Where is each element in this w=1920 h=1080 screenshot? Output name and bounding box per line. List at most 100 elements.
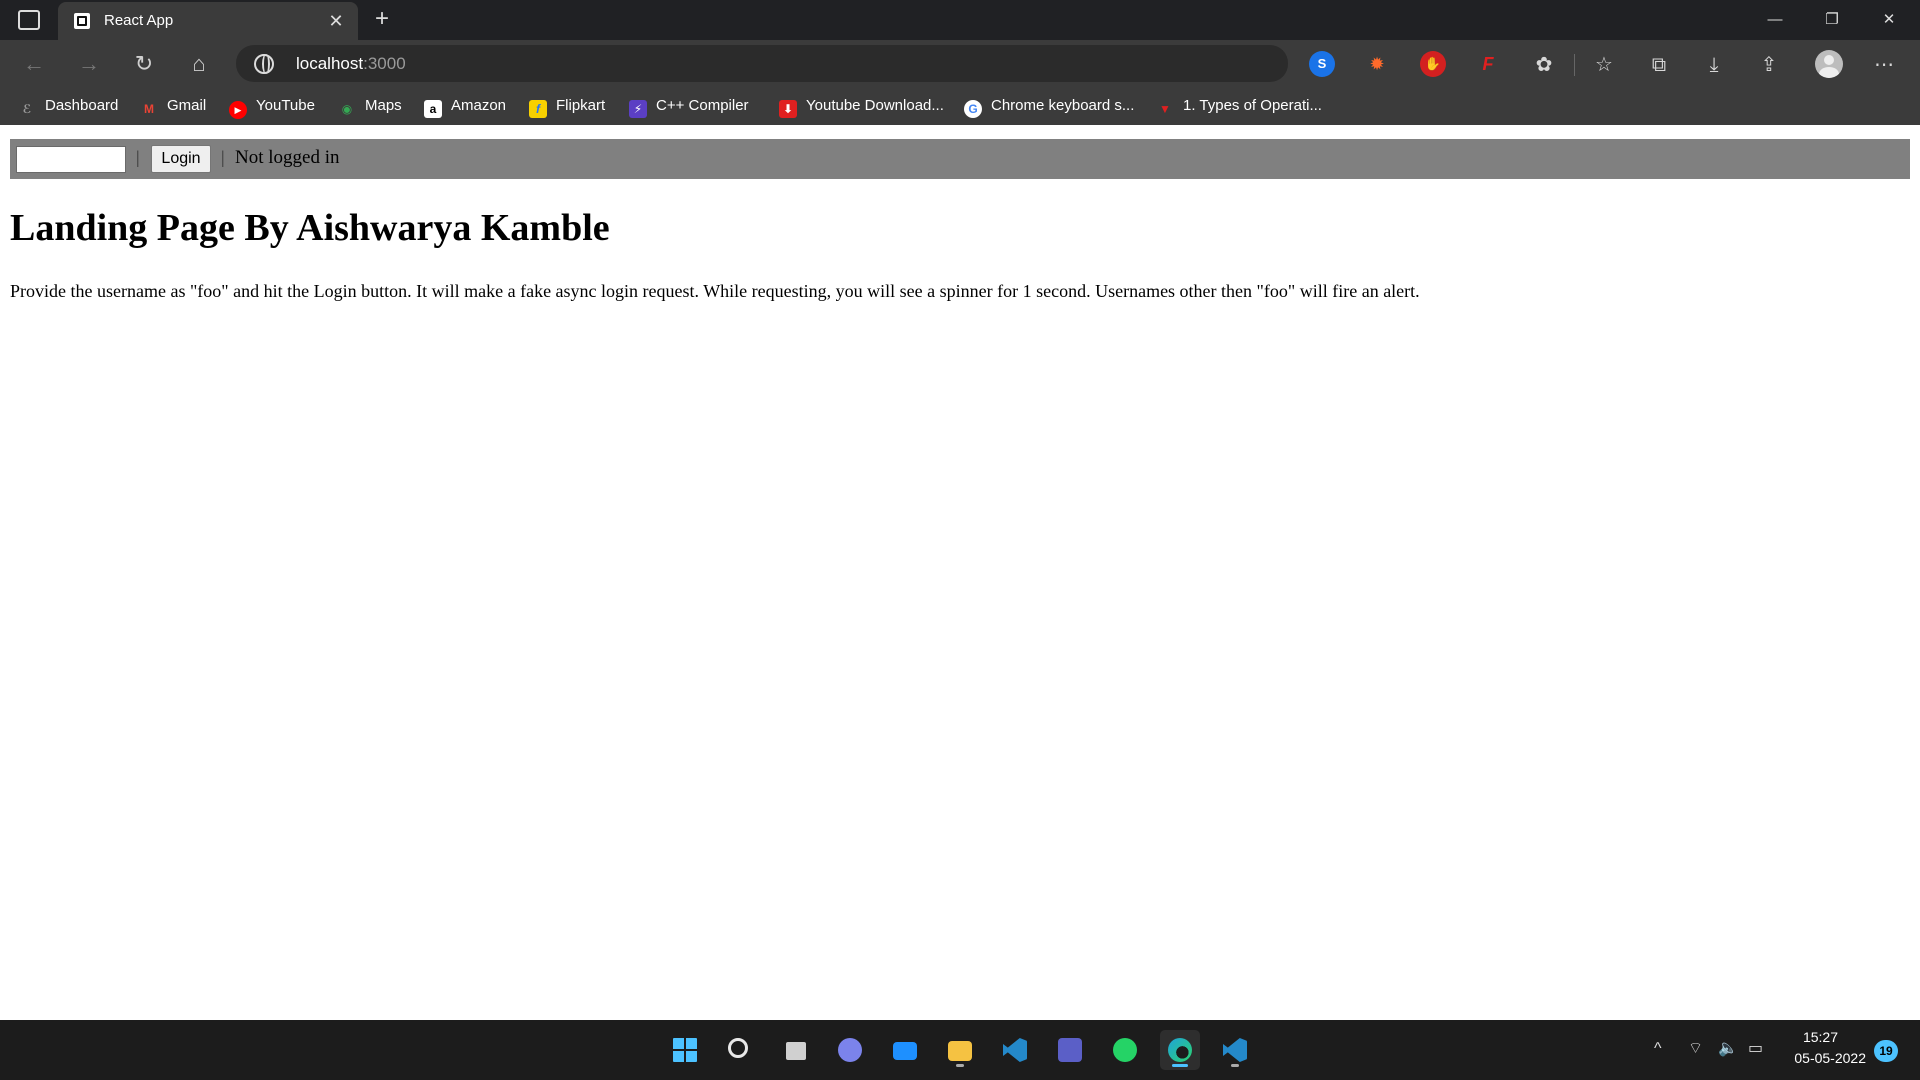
running-indicator: [1231, 1064, 1239, 1067]
bookmark-maps[interactable]: ◉ Maps: [338, 95, 402, 117]
bookmark-dashboard[interactable]: ℰ Dashboard: [18, 95, 119, 117]
shazam-extension-icon[interactable]: S: [1309, 51, 1335, 77]
login-separator: |: [136, 147, 140, 167]
browser-toolbar: ← → ↻ ⌂ localhost:3000 S ✹ ✋ F ✿ ☆ ⧉ ⤓ ⇪…: [0, 40, 1920, 87]
more-options-icon[interactable]: ⋯: [1870, 51, 1898, 79]
favorites-icon[interactable]: ☆: [1590, 51, 1618, 79]
bookmark-amazon[interactable]: a Amazon: [424, 95, 506, 118]
adblock-extension-icon[interactable]: ✋: [1420, 51, 1446, 77]
bookmark-label: Flipkart: [556, 97, 606, 114]
chat-icon: [838, 1038, 862, 1062]
maps-icon: ◉: [341, 102, 353, 116]
whatsapp-icon: [1113, 1038, 1137, 1062]
bookmark-gmail[interactable]: M Gmail: [140, 95, 206, 117]
login-button[interactable]: Login: [151, 145, 211, 173]
restore-window-button[interactable]: ❐: [1809, 4, 1855, 36]
download-icon: ⬇: [779, 100, 797, 118]
flash-extension-icon[interactable]: F: [1475, 51, 1501, 77]
gmail-icon: M: [144, 102, 154, 116]
new-tab-button[interactable]: +: [368, 6, 396, 34]
bookmark-chrome-keyboard[interactable]: G Chrome keyboard s...: [964, 95, 1135, 118]
running-indicator: [956, 1064, 964, 1067]
tab-bar: React App ✕ + — ❐ ✕: [0, 0, 1920, 40]
start-button[interactable]: [665, 1030, 705, 1070]
clock-date[interactable]: 05-05-2022: [1794, 1050, 1866, 1066]
close-tab-icon[interactable]: ✕: [324, 9, 348, 33]
tab-react-app[interactable]: React App ✕: [58, 2, 358, 40]
bookmark-label: Gmail: [167, 97, 207, 114]
extensions-icon[interactable]: ✿: [1530, 51, 1558, 79]
site-info-globe-icon[interactable]: [254, 54, 274, 74]
status-separator: |: [221, 147, 225, 167]
bookmark-youtube-download[interactable]: ⬇ Youtube Download...: [779, 95, 944, 118]
home-button[interactable]: ⌂: [183, 48, 215, 80]
chat-button[interactable]: [830, 1030, 870, 1070]
active-indicator: [1172, 1064, 1188, 1067]
username-input[interactable]: [16, 146, 126, 173]
battery-icon[interactable]: ▭: [1748, 1038, 1763, 1058]
tab-actions-icon[interactable]: [18, 10, 40, 30]
tutorial-icon: ▼: [1159, 102, 1171, 116]
compiler-icon: ⚡: [629, 100, 647, 118]
downloads-icon[interactable]: ⤓: [1700, 51, 1728, 79]
vscode-icon: [1003, 1038, 1027, 1062]
bookmark-label: YouTube: [256, 97, 315, 114]
bookmark-label: C++ Compiler: [656, 97, 749, 114]
file-explorer-button[interactable]: [940, 1030, 980, 1070]
bookmark-flipkart[interactable]: f Flipkart: [529, 95, 606, 118]
search-button[interactable]: [720, 1030, 760, 1070]
show-hidden-icons-chevron-icon[interactable]: ^: [1654, 1040, 1662, 1058]
bookmark-label: Maps: [365, 97, 402, 114]
page-title: Landing Page By Aishwarya Kamble: [10, 207, 610, 249]
share-icon[interactable]: ⇪: [1755, 51, 1783, 79]
teams-button[interactable]: [1050, 1030, 1090, 1070]
mail-button[interactable]: [885, 1030, 925, 1070]
dashboard-icon: ℰ: [22, 102, 32, 116]
close-window-button[interactable]: ✕: [1866, 4, 1912, 36]
whatsapp-button[interactable]: [1105, 1030, 1145, 1070]
collections-icon[interactable]: ⧉: [1645, 51, 1673, 79]
address-host: localhost: [296, 54, 364, 73]
address-bar[interactable]: localhost:3000: [236, 45, 1288, 82]
bookmark-label: Chrome keyboard s...: [991, 97, 1135, 114]
taskbar: ^ ⌔ 🔈 ▭ 15:27 05-05-2022 19: [0, 1020, 1920, 1080]
task-view-button[interactable]: [775, 1030, 815, 1070]
search-icon: [728, 1038, 748, 1058]
bookmark-label: Dashboard: [45, 97, 119, 114]
amazon-icon: a: [424, 100, 442, 118]
bug-extension-icon[interactable]: ✹: [1364, 51, 1390, 77]
clock-time[interactable]: 15:27: [1803, 1029, 1838, 1045]
edge-button[interactable]: [1160, 1030, 1200, 1070]
bookmark-label: Youtube Download...: [806, 97, 944, 114]
toolbar-divider: [1574, 54, 1575, 76]
bookmark-cpp-compiler[interactable]: ⚡ C++ Compiler: [629, 95, 749, 118]
bookmark-types-of-operating[interactable]: ▼ 1. Types of Operati...: [1156, 95, 1322, 117]
login-status: Not logged in: [235, 147, 340, 168]
minimize-window-button[interactable]: —: [1752, 4, 1798, 36]
mail-icon: [893, 1042, 917, 1060]
address-port: :3000: [363, 54, 406, 73]
vscode-button[interactable]: [995, 1030, 1035, 1070]
bookmark-youtube[interactable]: ▶ YouTube: [229, 95, 315, 119]
teams-icon: [1058, 1038, 1082, 1062]
vscode-2-button[interactable]: [1215, 1030, 1255, 1070]
volume-icon[interactable]: 🔈: [1718, 1038, 1738, 1058]
task-view-icon: [786, 1042, 806, 1060]
start-icon: [673, 1038, 697, 1062]
vscode-2-icon: [1223, 1038, 1247, 1062]
wifi-icon[interactable]: ⌔: [1688, 1038, 1703, 1058]
tab-favicon-icon: [74, 13, 90, 29]
page-description: Provide the username as "foo" and hit th…: [10, 281, 1420, 301]
notification-badge[interactable]: 19: [1874, 1040, 1898, 1062]
bookmarks-bar: ℰ Dashboard M Gmail ▶ YouTube ◉ Maps a Amazon…: [0, 87, 1920, 125]
address-url[interactable]: localhost:3000: [296, 54, 406, 74]
profile-avatar[interactable]: [1815, 50, 1843, 78]
google-icon: G: [964, 100, 982, 118]
flipkart-icon: f: [529, 100, 547, 118]
file-explorer-icon: [948, 1041, 972, 1061]
forward-button[interactable]: →: [73, 48, 105, 80]
edge-icon: [1168, 1038, 1192, 1062]
youtube-icon: ▶: [229, 101, 247, 119]
back-button[interactable]: ←: [18, 48, 50, 80]
refresh-button[interactable]: ↻: [128, 48, 160, 80]
